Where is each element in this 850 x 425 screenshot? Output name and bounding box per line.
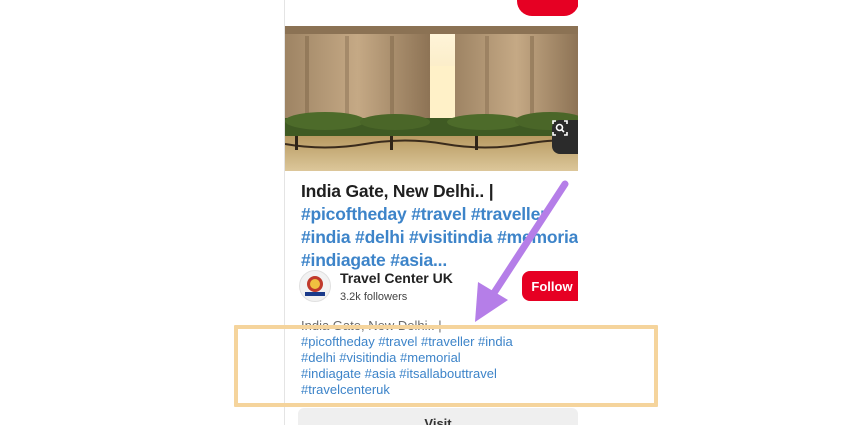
annotation-arrow-icon	[475, 180, 569, 322]
